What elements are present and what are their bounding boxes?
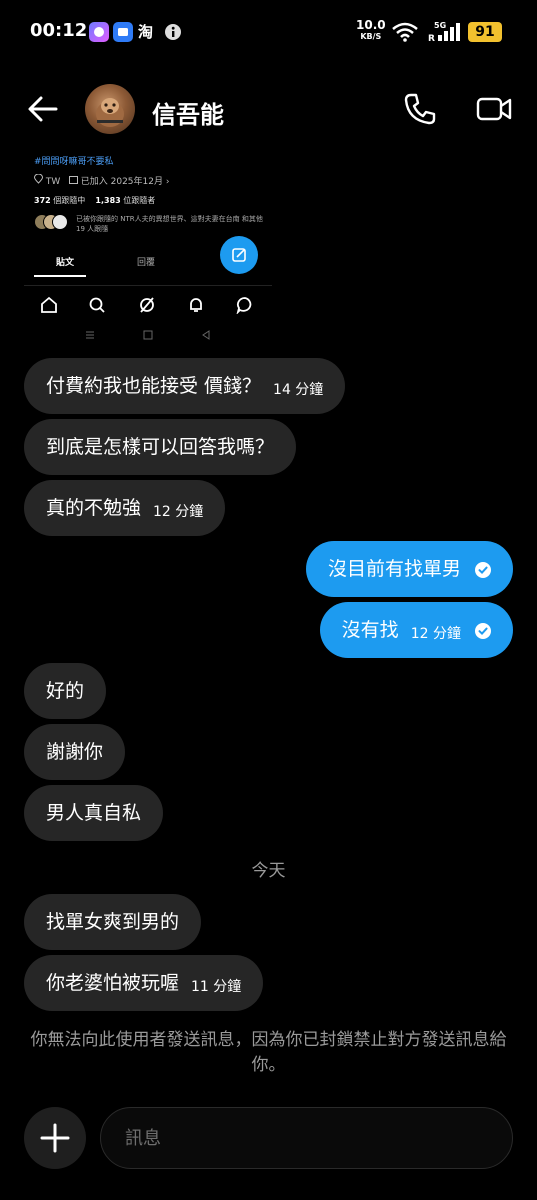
message-incoming[interactable]: 謝謝你 bbox=[24, 724, 126, 780]
follower-avatars bbox=[34, 214, 68, 230]
profile-location: TW bbox=[45, 177, 61, 187]
shared-screenshot-image[interactable]: #問問呀嘛哥不要私 TW 已加入 2025年12月 › 372 個跟隨中 1,3… bbox=[24, 148, 272, 348]
message-time: 12 分鐘 bbox=[153, 504, 204, 520]
message-text: 付費約我也能接受 價錢？ bbox=[46, 375, 262, 397]
taobao-app-icon: 淘 bbox=[138, 23, 154, 41]
message-incoming[interactable]: 真的不勉強 12 分鐘 bbox=[24, 480, 226, 536]
message-outgoing[interactable]: 沒有找 12 分鐘 bbox=[319, 602, 513, 658]
followed-by-text: 已被你跟隨的 NTR人夫的異想世界、這對夫妻在台南 和其他 19 人跟隨 bbox=[76, 215, 263, 233]
message-text: 謝謝你 bbox=[46, 741, 104, 763]
network-speed: 10.0 KB/S bbox=[356, 18, 386, 42]
add-attachment-button[interactable] bbox=[24, 1107, 86, 1169]
location-pin-icon bbox=[33, 173, 44, 184]
compose-icon bbox=[232, 248, 246, 262]
chevron-right-icon: › bbox=[165, 177, 170, 187]
message-time: 12 分鐘 bbox=[410, 626, 461, 642]
profile-stats: 372 個跟隨中 1,383 位跟隨者 bbox=[34, 195, 155, 206]
svg-text:R: R bbox=[428, 34, 435, 42]
notification-app-icon bbox=[89, 22, 109, 42]
grok-icon bbox=[140, 297, 154, 313]
active-tab-indicator bbox=[34, 275, 86, 277]
message-incoming[interactable]: 到底是怎樣可以回答我嗎？ bbox=[24, 419, 297, 475]
blocked-notice: 你無法向此使用者發送訊息，因為你已封鎖禁止對方發送訊息給你。 bbox=[30, 1030, 507, 1075]
message-incoming[interactable]: 好的 bbox=[24, 663, 107, 719]
chat-icon bbox=[236, 297, 252, 314]
info-icon bbox=[163, 22, 183, 42]
message-text: 沒有找 bbox=[341, 619, 399, 641]
bell-icon bbox=[190, 298, 202, 312]
message-text: 找單女爽到男的 bbox=[46, 911, 180, 933]
message-incoming[interactable]: 付費約我也能接受 價錢？ 14 分鐘 bbox=[24, 358, 346, 414]
contact-avatar[interactable] bbox=[85, 84, 135, 134]
profile-location-row: TW 已加入 2025年12月 › bbox=[33, 173, 170, 187]
message-text: 好的 bbox=[46, 680, 85, 702]
followers-label: 位跟隨者 bbox=[123, 196, 156, 205]
back-arrow-icon[interactable] bbox=[26, 92, 60, 126]
message-text: 真的不勉強 bbox=[46, 497, 142, 519]
profile-tab-posts: 貼文 bbox=[56, 258, 75, 268]
status-time: 00:12 bbox=[30, 20, 88, 41]
message-time: 11 分鐘 bbox=[191, 979, 242, 995]
profile-joined: 已加入 2025年12月 bbox=[80, 177, 163, 187]
message-outgoing[interactable]: 沒目前有找單男 bbox=[305, 541, 513, 597]
message-time: 14 分鐘 bbox=[273, 382, 324, 398]
triangle-back-icon bbox=[202, 330, 210, 340]
message-incoming[interactable]: 找單女爽到男的 bbox=[24, 894, 202, 950]
signal-icon: R bbox=[428, 23, 460, 42]
contact-name[interactable]: 信吾能 bbox=[152, 95, 224, 130]
message-input[interactable] bbox=[100, 1107, 513, 1169]
date-separator: 今天 bbox=[251, 861, 286, 881]
follower-avatar bbox=[52, 214, 68, 230]
message-text: 男人真自私 bbox=[46, 802, 142, 824]
message-text: 沒目前有找單男 bbox=[327, 558, 461, 580]
message-text: 你老婆怕被玩喔 bbox=[46, 972, 180, 994]
plus-icon bbox=[40, 1123, 70, 1153]
status-bar: 00:12 淘 10.0 KB/S 5G R 91 bbox=[0, 0, 537, 64]
files-app-icon bbox=[113, 22, 133, 42]
following-count: 372 bbox=[34, 196, 51, 205]
message-incoming[interactable]: 男人真自私 bbox=[24, 785, 164, 841]
square-icon bbox=[143, 330, 153, 340]
read-check-icon bbox=[475, 623, 491, 639]
battery-indicator: 91 bbox=[468, 22, 502, 42]
message-incoming[interactable]: 你老婆怕被玩喔 11 分鐘 bbox=[24, 955, 264, 1011]
network-speed-unit: KB/S bbox=[360, 32, 382, 41]
read-check-icon bbox=[475, 562, 491, 578]
wifi-icon bbox=[392, 22, 418, 42]
profile-bio-hashtag: #問問呀嘛哥不要私 bbox=[34, 157, 114, 167]
phone-icon[interactable] bbox=[403, 92, 437, 126]
message-text: 到底是怎樣可以回答我嗎？ bbox=[46, 436, 275, 458]
home-icon bbox=[41, 296, 57, 313]
calendar-icon bbox=[68, 176, 78, 184]
menu-icon bbox=[86, 331, 94, 339]
video-icon[interactable] bbox=[476, 92, 512, 126]
compose-fab bbox=[220, 236, 258, 274]
followers-count: 1,383 bbox=[95, 196, 121, 205]
profile-tab-replies: 回覆 bbox=[137, 258, 156, 268]
following-label: 個跟隨中 bbox=[53, 196, 86, 205]
conversation-header: 信吾能 bbox=[0, 76, 537, 142]
divider bbox=[24, 285, 272, 286]
network-speed-value: 10.0 bbox=[356, 18, 386, 32]
search-icon bbox=[89, 297, 105, 313]
